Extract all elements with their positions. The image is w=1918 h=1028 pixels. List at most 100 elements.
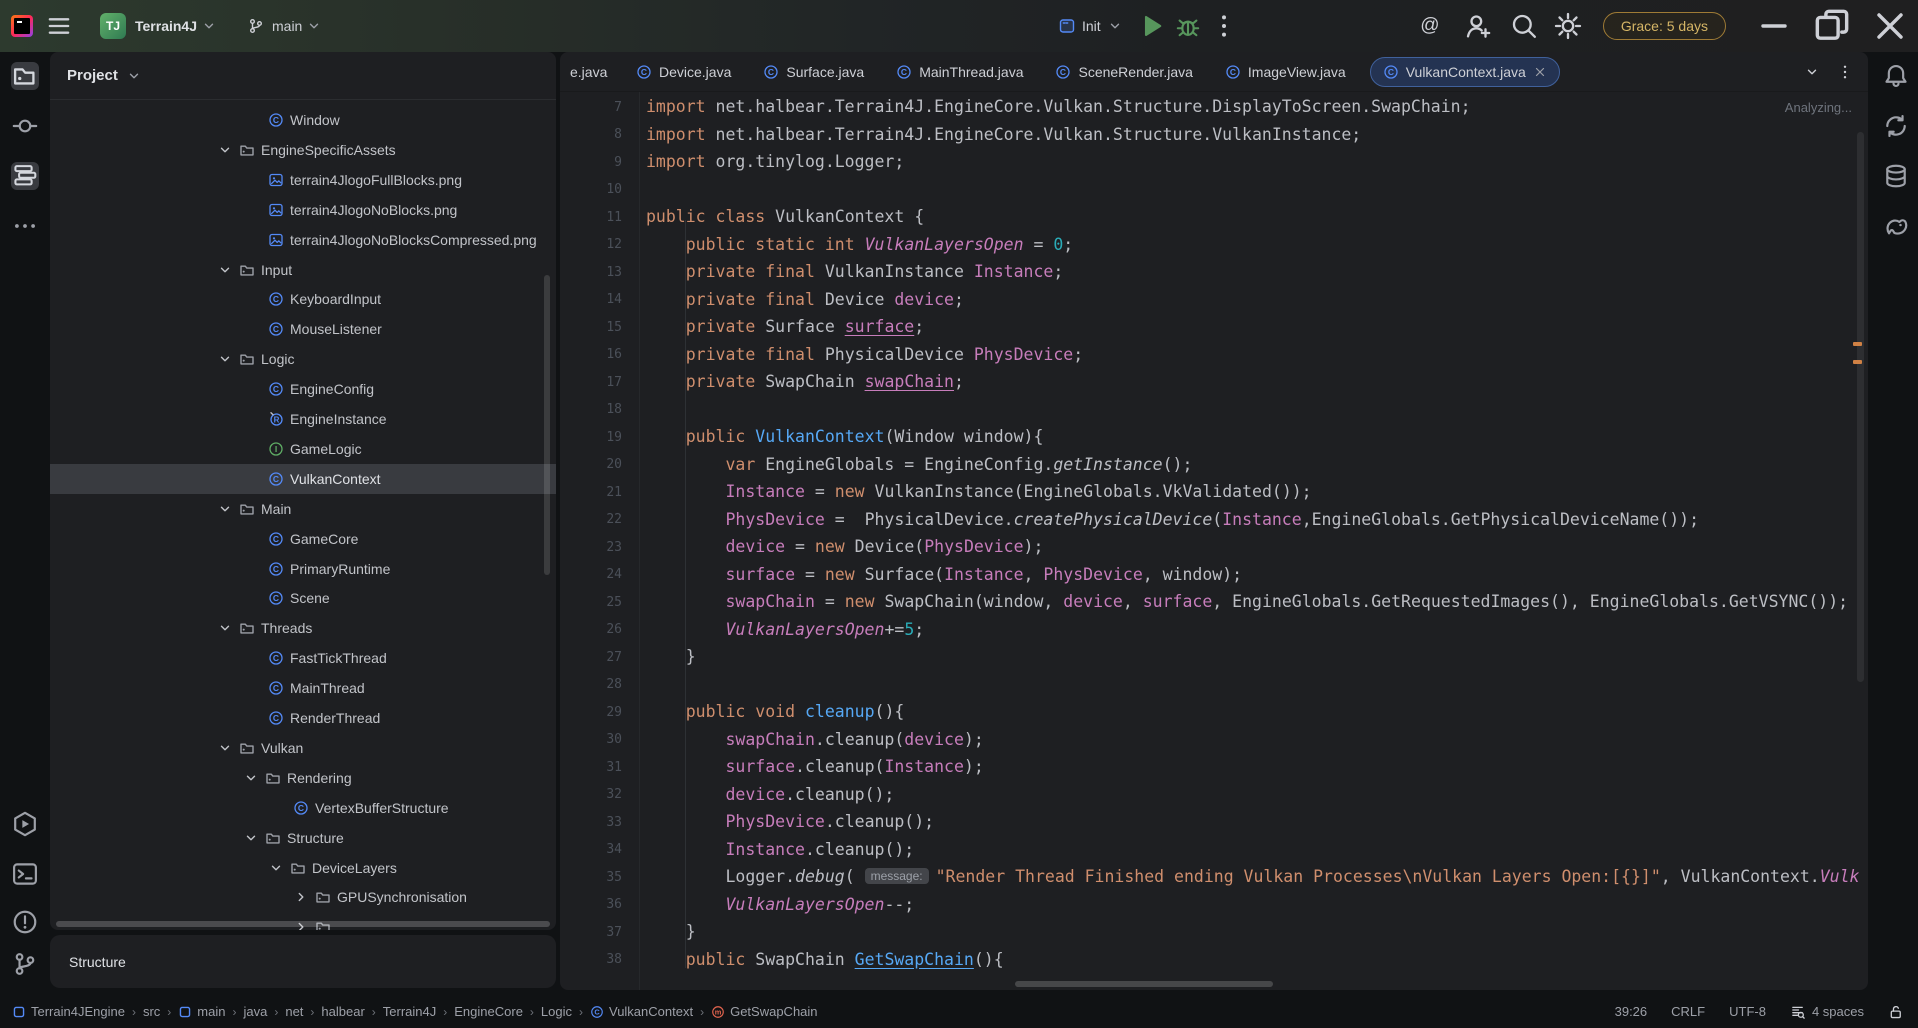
code-line-26[interactable]: 26 VulkanLayersOpen+=5; <box>560 616 1868 644</box>
tree-vertical-scrollbar[interactable] <box>544 275 550 575</box>
breadcrumb-Terrain4J[interactable]: Terrain4J <box>383 1004 436 1019</box>
code-line-31[interactable]: 31 surface.cleanup(Instance); <box>560 753 1868 781</box>
code-line-28[interactable]: 28 <box>560 671 1868 699</box>
chevron-down-icon[interactable] <box>306 18 322 34</box>
breadcrumb-EngineCore[interactable]: EngineCore <box>454 1004 523 1019</box>
tool-rail-run-hexagon[interactable] <box>11 810 39 838</box>
tab-options-kebab-icon[interactable] <box>1836 63 1854 81</box>
code-line-16[interactable]: 16 private final PhysicalDevice PhysDevi… <box>560 341 1868 369</box>
tree-item-MainThread[interactable]: CMainThread <box>50 673 556 703</box>
file-encoding[interactable]: UTF-8 <box>1729 1004 1766 1019</box>
breadcrumb-net[interactable]: net <box>285 1004 303 1019</box>
license-badge[interactable]: Grace: 5 days <box>1603 12 1726 40</box>
code-line-10[interactable]: 10 <box>560 176 1868 204</box>
window-close-button[interactable] <box>1868 6 1912 46</box>
tab-list-chevron-icon[interactable] <box>1804 64 1820 80</box>
settings-gear-icon[interactable] <box>1553 11 1583 41</box>
chevron-right-icon[interactable] <box>293 889 309 905</box>
ai-assistant-icon[interactable]: @ <box>1415 11 1445 41</box>
caret-position[interactable]: 39:26 <box>1615 1004 1648 1019</box>
code-line-11[interactable]: 11public class VulkanContext { <box>560 203 1868 231</box>
breadcrumb-main[interactable]: main <box>178 1004 225 1019</box>
tree-item-Structure[interactable]: Structure <box>50 823 556 853</box>
chevron-down-icon[interactable] <box>217 142 233 158</box>
more-run-options-icon[interactable] <box>1209 11 1239 41</box>
unlock-icon[interactable] <box>1888 1004 1904 1020</box>
chevron-down-icon[interactable] <box>217 501 233 517</box>
tool-rail-ai-sync[interactable] <box>1882 112 1910 140</box>
breadcrumb-src[interactable]: src <box>143 1004 160 1019</box>
window-restore-button[interactable] <box>1810 6 1854 46</box>
chevron-down-icon[interactable] <box>217 740 233 756</box>
chevron-down-icon[interactable] <box>217 620 233 636</box>
code-line-34[interactable]: 34 Instance.cleanup(); <box>560 836 1868 864</box>
tab-SceneRender.java[interactable]: CSceneRender.java <box>1039 52 1208 92</box>
branch-name[interactable]: main <box>272 18 302 34</box>
run-config-name[interactable]: Init <box>1082 18 1101 34</box>
code-line-23[interactable]: 23 device = new Device(PhysDevice); <box>560 533 1868 561</box>
chevron-down-icon[interactable] <box>217 262 233 278</box>
project-name[interactable]: Terrain4J <box>135 18 197 34</box>
tool-rail-problems[interactable] <box>11 908 39 936</box>
tree-item-Vulkan[interactable]: Vulkan <box>50 733 556 763</box>
indent-setting[interactable]: 4 spaces <box>1790 1004 1864 1020</box>
tree-item-Logic[interactable]: Logic <box>50 344 556 374</box>
code-line-18[interactable]: 18 <box>560 396 1868 424</box>
code-line-32[interactable]: 32 device.cleanup(); <box>560 781 1868 809</box>
tree-item-RenderThread[interactable]: CRenderThread <box>50 703 556 733</box>
tab-VulkanContext.java[interactable]: CVulkanContext.java <box>1370 57 1560 87</box>
chevron-down-icon[interactable] <box>1107 18 1123 34</box>
code-line-13[interactable]: 13 private final VulkanInstance Instance… <box>560 258 1868 286</box>
code-line-38[interactable]: 38 public SwapChain GetSwapChain(){ <box>560 946 1868 974</box>
code-line-33[interactable]: 33 PhysDevice.cleanup(); <box>560 808 1868 836</box>
breadcrumb-VulkanContext[interactable]: CVulkanContext <box>590 1004 693 1019</box>
tree-item-terrain4JlogoFullBlocks.png[interactable]: terrain4JlogoFullBlocks.png <box>50 165 556 195</box>
breadcrumb-halbear[interactable]: halbear <box>321 1004 364 1019</box>
code-line-25[interactable]: 25 swapChain = new SwapChain(window, dev… <box>560 588 1868 616</box>
breadcrumb-Logic[interactable]: Logic <box>541 1004 572 1019</box>
tree-item-Scene[interactable]: CScene <box>50 583 556 613</box>
run-config-icon[interactable] <box>1058 17 1076 35</box>
breadcrumb-java[interactable]: java <box>243 1004 267 1019</box>
tree-item-KeyboardInput[interactable]: CKeyboardInput <box>50 284 556 314</box>
tool-rail-project-folder[interactable] <box>11 62 39 90</box>
tab-Device.java[interactable]: CDevice.java <box>620 52 747 92</box>
chevron-down-icon[interactable] <box>243 770 259 786</box>
tool-rail-notifications-bell[interactable] <box>1882 62 1910 90</box>
tree-horizontal-scrollbar[interactable] <box>56 921 550 927</box>
tree-item-Threads[interactable]: Threads <box>50 613 556 643</box>
run-button[interactable] <box>1137 11 1167 41</box>
tree-item-Window[interactable]: CWindow <box>50 105 556 135</box>
tab-MainThread.java[interactable]: CMainThread.java <box>880 52 1039 92</box>
code-line-15[interactable]: 15 private Surface surface; <box>560 313 1868 341</box>
tool-rail-gradle[interactable] <box>1882 212 1910 240</box>
code-line-21[interactable]: 21 Instance = new VulkanInstance(EngineG… <box>560 478 1868 506</box>
tool-rail-database[interactable] <box>1882 162 1910 190</box>
tree-item-VulkanContext[interactable]: CVulkanContext <box>50 464 556 494</box>
structure-tool-window-bar[interactable]: Structure <box>50 935 556 988</box>
debug-button[interactable] <box>1173 11 1203 41</box>
tree-item-GameCore[interactable]: CGameCore <box>50 524 556 554</box>
tree-item-Input[interactable]: Input <box>50 255 556 285</box>
chevron-down-icon[interactable] <box>217 351 233 367</box>
code-line-9[interactable]: 9import org.tinylog.Logger; <box>560 148 1868 176</box>
tree-item-EngineSpecificAssets[interactable]: EngineSpecificAssets <box>50 135 556 165</box>
code-line-12[interactable]: 12 public static int VulkanLayersOpen = … <box>560 231 1868 259</box>
chevron-down-icon[interactable] <box>243 830 259 846</box>
tree-item-EngineConfig[interactable]: CEngineConfig <box>50 374 556 404</box>
tab-Surface.java[interactable]: CSurface.java <box>747 52 880 92</box>
search-everywhere-icon[interactable] <box>1509 11 1539 41</box>
code-line-24[interactable]: 24 surface = new Surface(Instance, PhysD… <box>560 561 1868 589</box>
tree-item-DeviceLayers[interactable]: DeviceLayers <box>50 853 556 883</box>
code-line-14[interactable]: 14 private final Device device; <box>560 286 1868 314</box>
code-line-27[interactable]: 27 } <box>560 643 1868 671</box>
chevron-down-icon[interactable] <box>201 18 217 34</box>
code-with-me-icon[interactable] <box>1463 11 1493 41</box>
hamburger-menu-icon[interactable] <box>44 11 74 41</box>
tree-item-GPUSynchronisation[interactable]: GPUSynchronisation <box>50 882 556 912</box>
code-line-20[interactable]: 20 var EngineGlobals = EngineConfig.getI… <box>560 451 1868 479</box>
tool-rail-git-branch[interactable] <box>11 950 39 978</box>
code-line-36[interactable]: 36 VulkanLayersOpen--; <box>560 891 1868 919</box>
code-line-19[interactable]: 19 public VulkanContext(Window window){ <box>560 423 1868 451</box>
tool-rail-structure-tool[interactable] <box>11 162 39 190</box>
